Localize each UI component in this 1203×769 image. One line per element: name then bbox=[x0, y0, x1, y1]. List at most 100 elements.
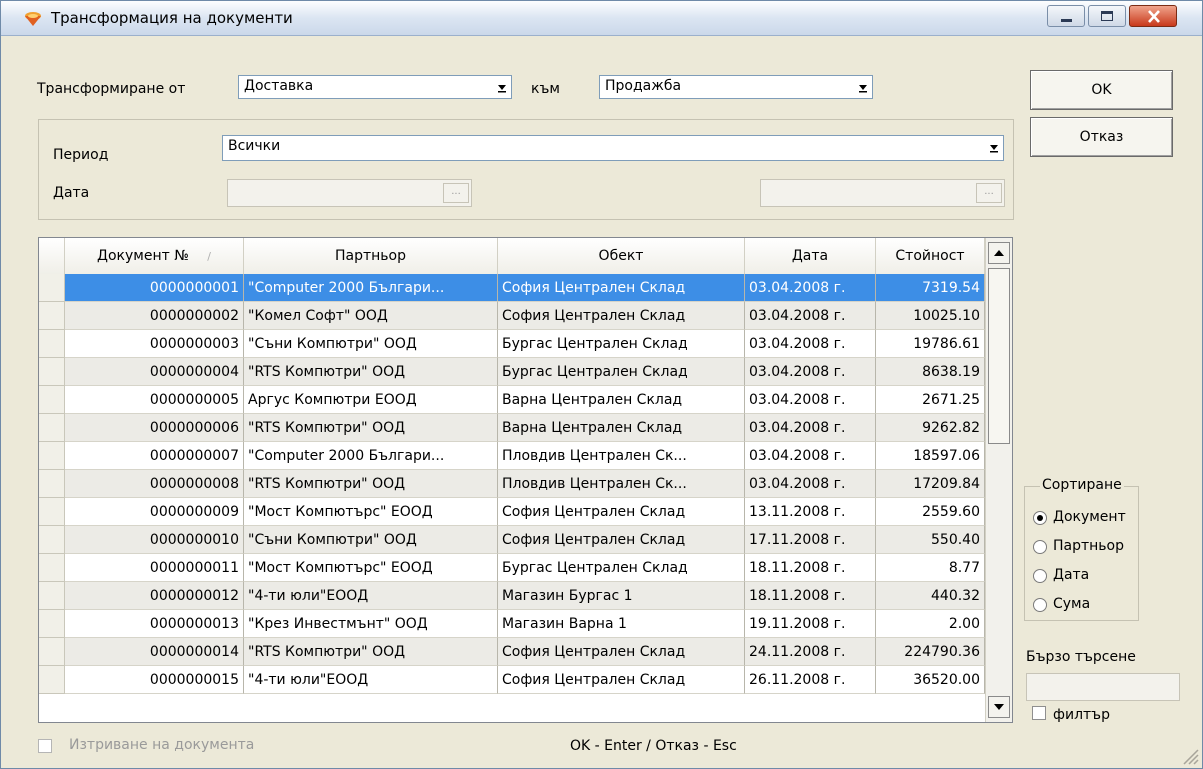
table-row[interactable]: 0000000008 "RTS Компютри" ООД Пловдив Цент… bbox=[65, 470, 985, 498]
cell-doc: 0000000009 bbox=[65, 498, 244, 526]
table-row[interactable]: 0000000007 "Computer 2000 Българи... Пловд… bbox=[65, 442, 985, 470]
cell-date: 03.04.2008 г. bbox=[745, 358, 876, 386]
sort-radio-1[interactable] bbox=[1033, 511, 1047, 525]
row-selector[interactable] bbox=[39, 414, 65, 442]
date-to-picker-button[interactable]: ... bbox=[976, 183, 1002, 203]
row-selector[interactable] bbox=[39, 638, 65, 666]
table-row[interactable]: 0000000014 "RTS Компютри" ООД София Центра… bbox=[65, 638, 985, 666]
cell-value: 36520.00 bbox=[876, 666, 985, 694]
sort-radio-3[interactable] bbox=[1033, 569, 1047, 583]
delete-document-checkbox[interactable] bbox=[38, 739, 52, 753]
cell-date: 03.04.2008 г. bbox=[745, 414, 876, 442]
table-row[interactable]: 0000000004 "RTS Компютри" ООД Бургас Центр… bbox=[65, 358, 985, 386]
cell-date: 03.04.2008 г. bbox=[745, 442, 876, 470]
cell-value: 7319.54 bbox=[876, 274, 985, 302]
filter-checkbox[interactable] bbox=[1032, 706, 1046, 720]
cell-doc: 0000000003 bbox=[65, 330, 244, 358]
row-selector[interactable] bbox=[39, 582, 65, 610]
cell-value: 2559.60 bbox=[876, 498, 985, 526]
row-selector[interactable] bbox=[39, 666, 65, 694]
cell-date: 03.04.2008 г. bbox=[745, 302, 876, 330]
scroll-down-button[interactable] bbox=[988, 696, 1010, 718]
cell-value: 440.32 bbox=[876, 582, 985, 610]
column-header-document-label: Документ № bbox=[97, 248, 189, 264]
row-selector[interactable] bbox=[39, 386, 65, 414]
row-selector[interactable] bbox=[39, 274, 65, 302]
column-header-date[interactable]: Дата bbox=[745, 238, 876, 274]
table-row[interactable]: 0000000015 "4-ти юли"ЕООД София Централен … bbox=[65, 666, 985, 694]
table-row[interactable]: 0000000003 "Съни Компютри" ООД Бургас Цент… bbox=[65, 330, 985, 358]
scroll-thumb[interactable] bbox=[988, 268, 1010, 444]
minimize-icon bbox=[1061, 19, 1072, 22]
row-selector[interactable] bbox=[39, 442, 65, 470]
table-row[interactable]: 0000000006 "RTS Компютри" ООД Варна Центра… bbox=[65, 414, 985, 442]
column-header-document[interactable]: Документ № / bbox=[65, 238, 244, 274]
cell-date: 03.04.2008 г. bbox=[745, 386, 876, 414]
cell-object: Бургас Централен Склад bbox=[498, 554, 745, 582]
row-selector[interactable] bbox=[39, 610, 65, 638]
cell-doc: 0000000002 bbox=[65, 302, 244, 330]
cell-partner: "Съни Компютри" ООД bbox=[244, 526, 498, 554]
transform-from-select[interactable]: Доставка bbox=[238, 75, 512, 99]
ok-button[interactable]: OK bbox=[1030, 70, 1173, 110]
cell-date: 03.04.2008 г. bbox=[745, 274, 876, 302]
minimize-button[interactable] bbox=[1047, 5, 1085, 27]
grid-vertical-scrollbar[interactable] bbox=[985, 238, 1012, 722]
date-from-picker-button[interactable]: ... bbox=[443, 183, 469, 203]
cell-object: Варна Централен Склад bbox=[498, 414, 745, 442]
table-row[interactable]: 0000000002 "Комел Софт" ООД София Централе… bbox=[65, 302, 985, 330]
column-header-value[interactable]: Стойност bbox=[876, 238, 985, 274]
cell-object: Пловдив Централен Ск... bbox=[498, 470, 745, 498]
cell-date: 26.11.2008 г. bbox=[745, 666, 876, 694]
transform-to-label: към bbox=[531, 81, 560, 97]
sort-radio-2[interactable] bbox=[1033, 540, 1047, 554]
table-row[interactable]: 0000000010 "Съни Компютри" ООД София Центр… bbox=[65, 526, 985, 554]
row-selector[interactable] bbox=[39, 302, 65, 330]
cell-doc: 0000000006 bbox=[65, 414, 244, 442]
cell-value: 8638.19 bbox=[876, 358, 985, 386]
cell-partner: "Съни Компютри" ООД bbox=[244, 330, 498, 358]
transform-to-select[interactable]: Продажба bbox=[599, 75, 873, 99]
cell-date: 03.04.2008 г. bbox=[745, 330, 876, 358]
table-row[interactable]: 0000000013 "Крез Инвестмънт" ООД Магазин В… bbox=[65, 610, 985, 638]
date-from-field[interactable]: ... bbox=[227, 179, 472, 207]
chevron-down-icon[interactable] bbox=[856, 79, 870, 95]
row-selector[interactable] bbox=[39, 470, 65, 498]
row-selector[interactable] bbox=[39, 358, 65, 386]
table-row[interactable]: 0000000009 "Мост Компютърс" ЕООД София Цен… bbox=[65, 498, 985, 526]
keyboard-hint: OK - Enter / Отказ - Esc bbox=[570, 738, 737, 754]
arrow-up-icon bbox=[994, 250, 1004, 256]
chevron-down-icon[interactable] bbox=[495, 79, 509, 95]
close-button[interactable] bbox=[1129, 5, 1177, 27]
quick-search-label: Бързо търсене bbox=[1026, 649, 1136, 665]
row-selector[interactable] bbox=[39, 330, 65, 358]
cell-date: 19.11.2008 г. bbox=[745, 610, 876, 638]
cell-date: 18.11.2008 г. bbox=[745, 582, 876, 610]
sort-radio-4[interactable] bbox=[1033, 598, 1047, 612]
column-header-object[interactable]: Обект bbox=[498, 238, 745, 274]
quick-search-input[interactable] bbox=[1026, 673, 1180, 701]
close-icon bbox=[1148, 10, 1160, 23]
column-header-partner[interactable]: Партньор bbox=[244, 238, 498, 274]
transform-from-value: Доставка bbox=[244, 78, 314, 94]
documents-grid[interactable]: Документ № / Партньор Обект Дата Стойнос… bbox=[38, 237, 1013, 723]
cell-value: 19786.61 bbox=[876, 330, 985, 358]
resize-grip-icon[interactable] bbox=[1181, 747, 1199, 765]
table-row[interactable]: 0000000012 "4-ти юли"ЕООД Магазин Бургас 1… bbox=[65, 582, 985, 610]
chevron-down-icon[interactable] bbox=[987, 139, 1001, 155]
cancel-button[interactable]: Отказ bbox=[1030, 117, 1173, 157]
table-row[interactable]: 0000000011 "Мост Компютърс" ЕООД Бургас Це… bbox=[65, 554, 985, 582]
date-to-field[interactable]: ... bbox=[760, 179, 1005, 207]
table-row[interactable]: 0000000005 Аргус Компютри ЕООД Варна Центр… bbox=[65, 386, 985, 414]
row-selector[interactable] bbox=[39, 526, 65, 554]
period-select[interactable]: Всички bbox=[222, 135, 1004, 161]
table-row[interactable]: 0000000001 "Computer 2000 Българи... София… bbox=[65, 274, 985, 302]
row-selector[interactable] bbox=[39, 554, 65, 582]
row-selector[interactable] bbox=[39, 498, 65, 526]
scroll-up-button[interactable] bbox=[988, 242, 1010, 264]
maximize-button[interactable] bbox=[1088, 5, 1126, 27]
filter-label: филтър bbox=[1053, 707, 1110, 723]
sort-group-title: Сортиране bbox=[1040, 477, 1124, 493]
cell-object: Пловдив Централен Ск... bbox=[498, 442, 745, 470]
cell-doc: 0000000012 bbox=[65, 582, 244, 610]
